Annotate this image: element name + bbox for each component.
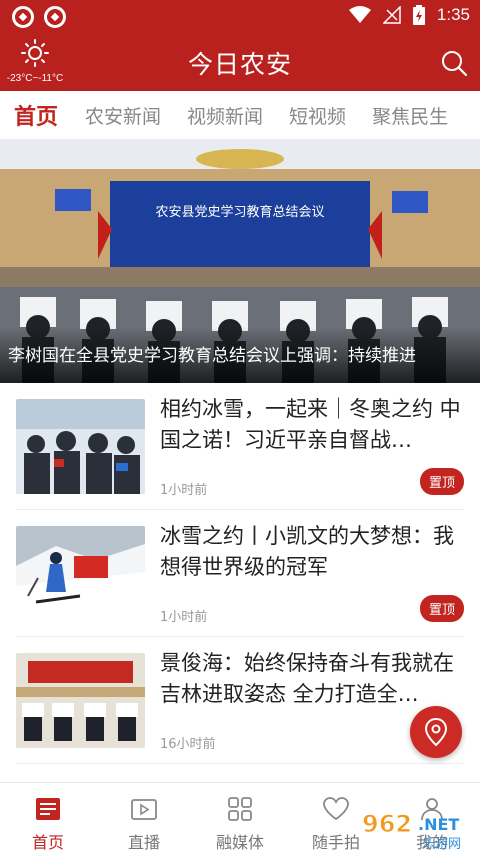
news-time: 16小时前 [160, 737, 216, 752]
news-headline: 冰雪之约丨小凯文的大梦想：我想得世界级的冠军 [160, 524, 454, 579]
category-tabs: 首页 农安新闻 视频新闻 短视频 聚焦民生 [0, 91, 480, 139]
app-notification-icon [44, 6, 66, 28]
live-icon [131, 799, 157, 820]
app-title: 今日农安 [187, 50, 292, 79]
notification-icons [12, 6, 66, 28]
news-list: 相约冰雪，一起来｜冬奥之约 中国之诺！习近平亲自督战… 1小时前 置顶 冰雪之约… [0, 383, 480, 764]
news-time: 1小时前 [160, 610, 208, 625]
grid-icon [228, 797, 252, 821]
svg-text:962: 962 [362, 810, 412, 838]
news-item[interactable]: 冰雪之约丨小凯文的大梦想：我想得世界级的冠军 1小时前 置顶 [16, 510, 464, 637]
hero-banner-text: 农安县党史学习教育总结会议 [155, 205, 325, 220]
tab-livelihood[interactable]: 聚焦民生 [359, 102, 461, 129]
site-watermark: 962 .NET 乐游网 [360, 806, 480, 853]
hero-carousel[interactable]: 农安县党史学习教育总结会议 李树国在全县党史学习教育总结会议上强调：持续推进 [0, 139, 480, 383]
news-headline: 景俊海：始终保持奋斗有我就在吉林进取姿态 全力打造全… [160, 651, 454, 706]
news-thumbnail [16, 653, 145, 748]
nav-live[interactable]: 直播 [96, 783, 192, 855]
nav-label: 融媒体 [215, 833, 264, 852]
heart-icon [323, 797, 349, 821]
watermark-logo: 962 .NET 乐游网 [362, 810, 462, 853]
pinned-badge: 置顶 [419, 595, 464, 622]
app-header: -23°C~-11°C 今日农安 [0, 33, 480, 91]
news-headline: 相约冰雪，一起来｜冬奥之约 中国之诺！习近平亲自督战… [160, 397, 461, 452]
tab-short-video[interactable]: 短视频 [276, 102, 359, 129]
news-icon [36, 798, 60, 820]
signal-icon [382, 6, 401, 24]
nav-media[interactable]: 融媒体 [192, 783, 288, 855]
news-time: 1小时前 [160, 483, 208, 498]
news-item[interactable]: 相约冰雪，一起来｜冬奥之约 中国之诺！习近平亲自督战… 1小时前 置顶 [16, 383, 464, 510]
app-notification-icon [12, 6, 34, 28]
svg-text:.NET: .NET [418, 815, 459, 834]
news-thumbnail [16, 526, 145, 621]
tab-home[interactable]: 首页 [0, 99, 72, 131]
wifi-icon [348, 6, 371, 23]
search-button[interactable] [440, 49, 468, 81]
hero-caption: 李树国在全县党史学习教育总结会议上强调：持续推进 [0, 327, 480, 383]
nav-label: 直播 [127, 833, 160, 852]
tab-nongan-news[interactable]: 农安新闻 [72, 102, 174, 129]
tab-video-news[interactable]: 视频新闻 [174, 102, 276, 129]
clock: 1:35 [436, 5, 470, 24]
location-fab[interactable] [410, 706, 462, 758]
news-item[interactable]: 景俊海：始终保持奋斗有我就在吉林进取姿态 全力打造全… 16小时前 [16, 637, 464, 764]
battery-icon [412, 5, 425, 25]
nav-home[interactable]: 首页 [0, 783, 96, 855]
news-thumbnail [16, 399, 145, 494]
nav-label: 首页 [31, 833, 64, 852]
svg-text:乐游网: 乐游网 [422, 837, 461, 852]
pinned-badge: 置顶 [419, 468, 464, 495]
location-pin-icon [425, 718, 447, 746]
system-icons: 1:35 [348, 5, 470, 25]
search-icon [442, 51, 468, 77]
status-bar: 1:35 [0, 0, 480, 33]
